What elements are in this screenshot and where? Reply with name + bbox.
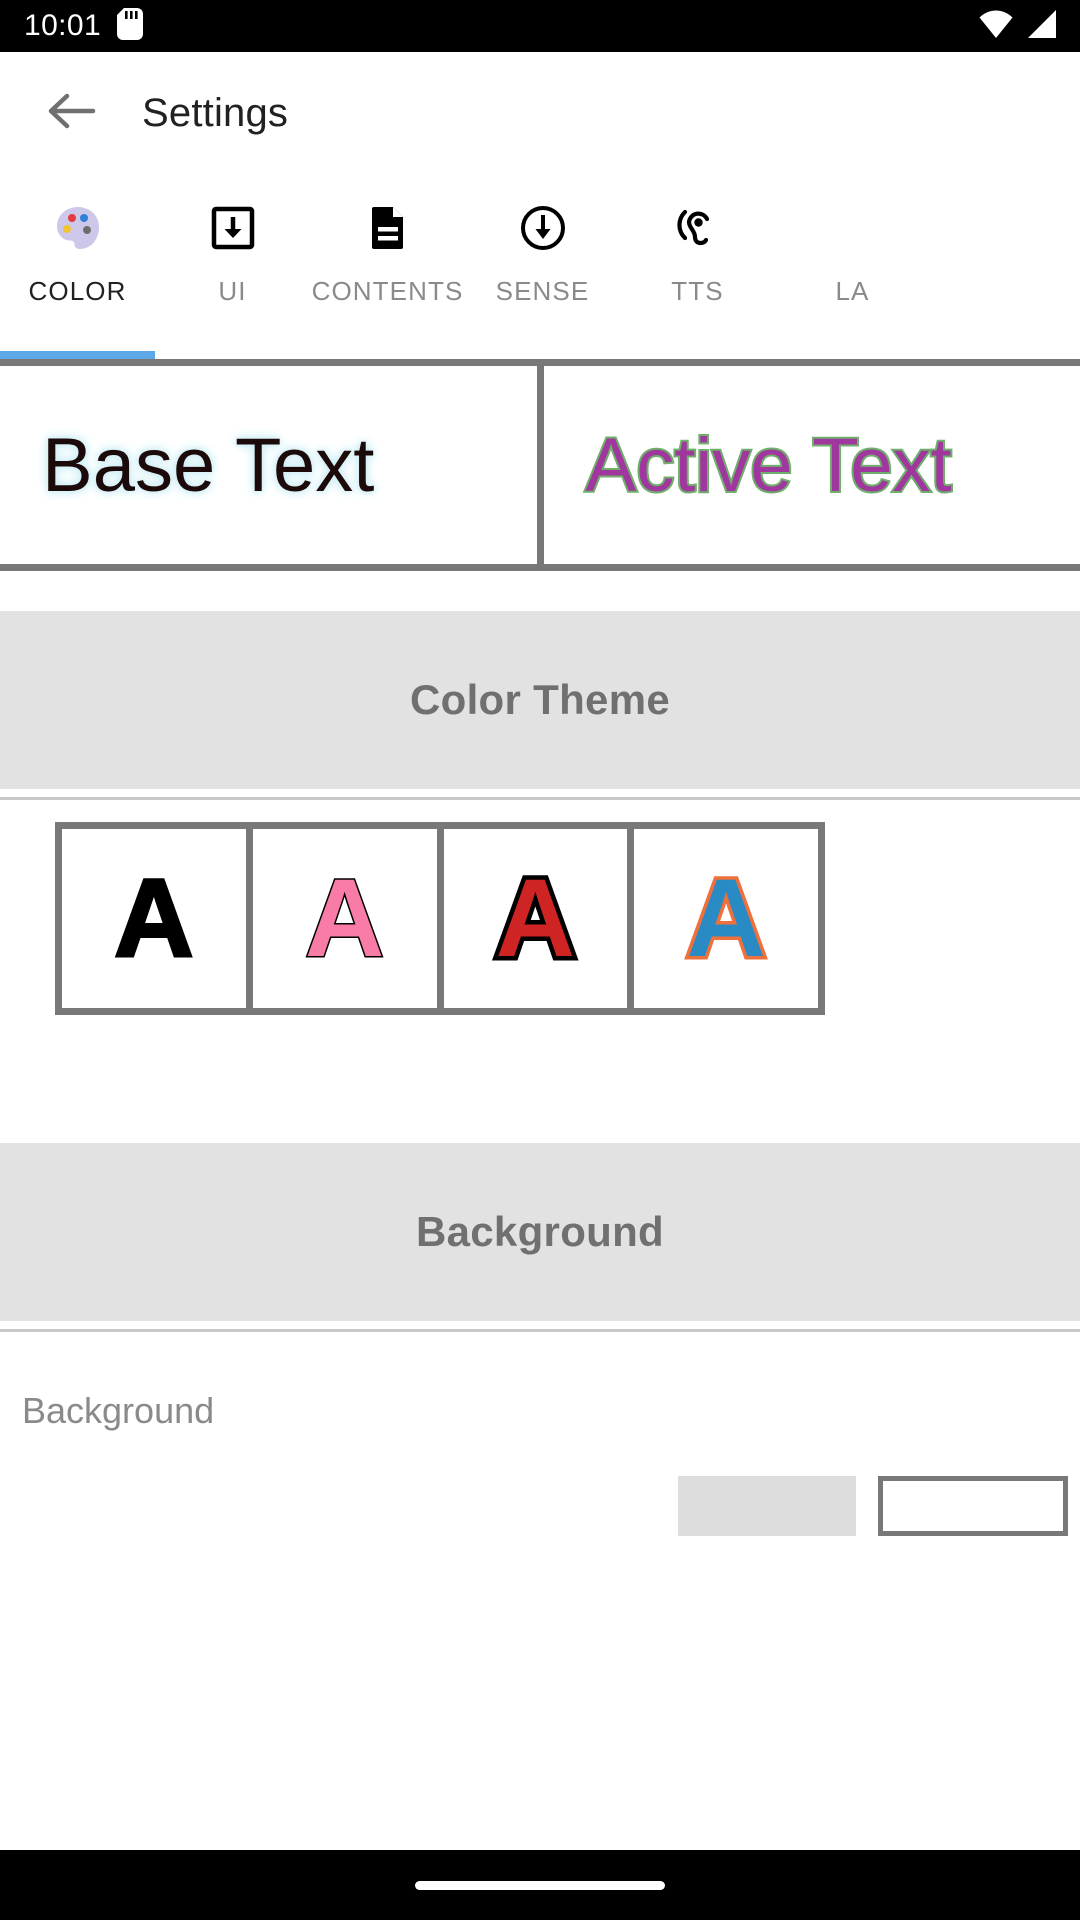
background-title: Background bbox=[415, 1208, 665, 1255]
tab-language[interactable]: LA bbox=[775, 202, 930, 307]
spacer-above-background bbox=[0, 1015, 1080, 1143]
base-text-preview[interactable]: Base Text bbox=[0, 366, 537, 564]
theme-swatch-1[interactable]: A bbox=[62, 829, 246, 1008]
back-button[interactable] bbox=[40, 81, 104, 145]
tab-contents[interactable]: CONTENTS bbox=[310, 202, 465, 307]
color-theme-swatch-area: A A A A bbox=[0, 800, 1080, 1015]
theme-swatch-4[interactable]: A bbox=[634, 829, 818, 1008]
tab-label-tts: TTS bbox=[671, 276, 724, 306]
color-theme-header: Color Theme bbox=[0, 611, 1080, 789]
status-bar-clock: 10:01 bbox=[24, 9, 102, 42]
wifi-icon bbox=[978, 9, 1014, 44]
theme-swatch-glyph: A bbox=[113, 856, 195, 980]
tab-list: COLOR UI CONTENTS SENSE TTS LA bbox=[0, 174, 1080, 334]
theme-swatch-glyph: A bbox=[491, 856, 580, 980]
status-bar-left: 10:01 bbox=[24, 7, 144, 45]
active-text-preview[interactable]: Active Text bbox=[543, 366, 1080, 564]
color-theme-title: Color Theme bbox=[410, 676, 670, 723]
tab-label-color: COLOR bbox=[28, 276, 127, 306]
tab-label-ui: UI bbox=[218, 276, 247, 306]
background-color-picker bbox=[22, 1476, 1080, 1536]
language-icon bbox=[828, 202, 878, 254]
background-header: Background bbox=[0, 1143, 1080, 1321]
theme-swatch-2[interactable]: A bbox=[252, 829, 437, 1008]
theme-swatch-glyph: A bbox=[303, 856, 385, 980]
tab-tts[interactable]: TTS bbox=[620, 202, 775, 307]
tab-sense[interactable]: SENSE bbox=[465, 202, 620, 307]
theme-swatch-3[interactable]: A bbox=[443, 829, 628, 1008]
theme-swatch-glyph: A bbox=[683, 856, 769, 980]
app-bar: Settings bbox=[0, 52, 1080, 174]
sd-card-icon bbox=[117, 7, 144, 45]
spacer-above-color-theme bbox=[0, 571, 1080, 611]
color-theme-swatch-row: A A A A bbox=[55, 822, 825, 1015]
page-title: Settings bbox=[142, 90, 289, 135]
back-arrow-icon bbox=[47, 91, 97, 136]
tab-ui[interactable]: UI bbox=[155, 202, 310, 307]
background-preview-color-swatch[interactable] bbox=[878, 1476, 1068, 1536]
tab-bar: COLOR UI CONTENTS SENSE TTS LA bbox=[0, 174, 1080, 359]
active-text-sample: Active Text bbox=[583, 421, 953, 510]
background-selected-color-swatch[interactable] bbox=[678, 1476, 856, 1536]
tab-active-indicator bbox=[0, 351, 155, 359]
hearing-ear-icon bbox=[673, 202, 723, 254]
download-box-icon bbox=[208, 202, 258, 254]
system-nav-bar bbox=[0, 1850, 1080, 1920]
cellular-signal-icon bbox=[1026, 9, 1058, 44]
palette-icon bbox=[53, 202, 103, 254]
home-pill-indicator[interactable] bbox=[415, 1880, 665, 1890]
status-bar: 10:01 bbox=[0, 0, 1080, 52]
status-bar-right bbox=[978, 9, 1058, 44]
base-text-sample: Base Text bbox=[42, 422, 375, 508]
circle-down-arrow-icon bbox=[518, 202, 568, 254]
document-icon bbox=[363, 202, 413, 254]
tab-label-sense: SENSE bbox=[495, 276, 590, 306]
tab-label-contents: CONTENTS bbox=[311, 276, 464, 306]
tab-label-language: LA bbox=[835, 276, 870, 306]
tab-color[interactable]: COLOR bbox=[0, 202, 155, 307]
background-setting-label: Background bbox=[22, 1390, 215, 1431]
text-preview-row: Base Text Active Text bbox=[0, 359, 1080, 571]
background-setting-row: Background bbox=[0, 1332, 1080, 1536]
